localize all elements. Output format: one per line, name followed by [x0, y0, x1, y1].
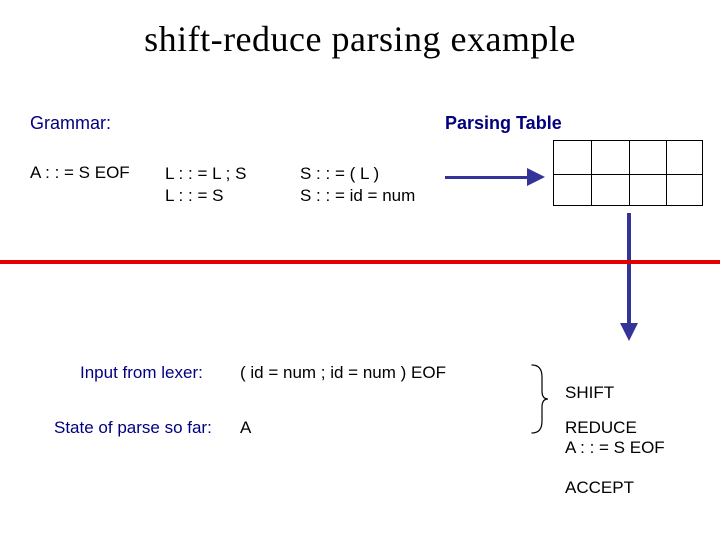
brace-icon	[528, 363, 548, 435]
arrow-down-icon	[620, 213, 638, 341]
state-of-parse-value: A	[240, 418, 251, 438]
parsing-table-label: Parsing Table	[445, 113, 562, 134]
action-shift: SHIFT	[565, 383, 614, 403]
production-s1: S : : = ( L )	[300, 163, 415, 185]
action-reduce-line2: A : : = S EOF	[565, 438, 665, 458]
parsing-table-grid	[553, 140, 703, 206]
state-of-parse-label: State of parse so far:	[54, 418, 212, 438]
slide-title: shift-reduce parsing example	[0, 18, 720, 60]
input-from-lexer-value: ( id = num ; id = num ) EOF	[240, 363, 446, 383]
production-l1: L : : = L ; S	[165, 163, 246, 185]
action-reduce-line1: REDUCE	[565, 418, 665, 438]
production-l-group: L : : = L ; S L : : = S	[165, 163, 246, 207]
grammar-label: Grammar:	[30, 113, 111, 134]
input-from-lexer-label: Input from lexer:	[80, 363, 203, 383]
production-a: A : : = S EOF	[30, 163, 130, 183]
action-reduce: REDUCE A : : = S EOF	[565, 418, 665, 458]
divider-line	[0, 260, 720, 264]
production-l2: L : : = S	[165, 185, 246, 207]
production-s2: S : : = id = num	[300, 185, 415, 207]
action-accept: ACCEPT	[565, 478, 634, 498]
arrow-right-icon	[445, 168, 545, 186]
production-s-group: S : : = ( L ) S : : = id = num	[300, 163, 415, 207]
